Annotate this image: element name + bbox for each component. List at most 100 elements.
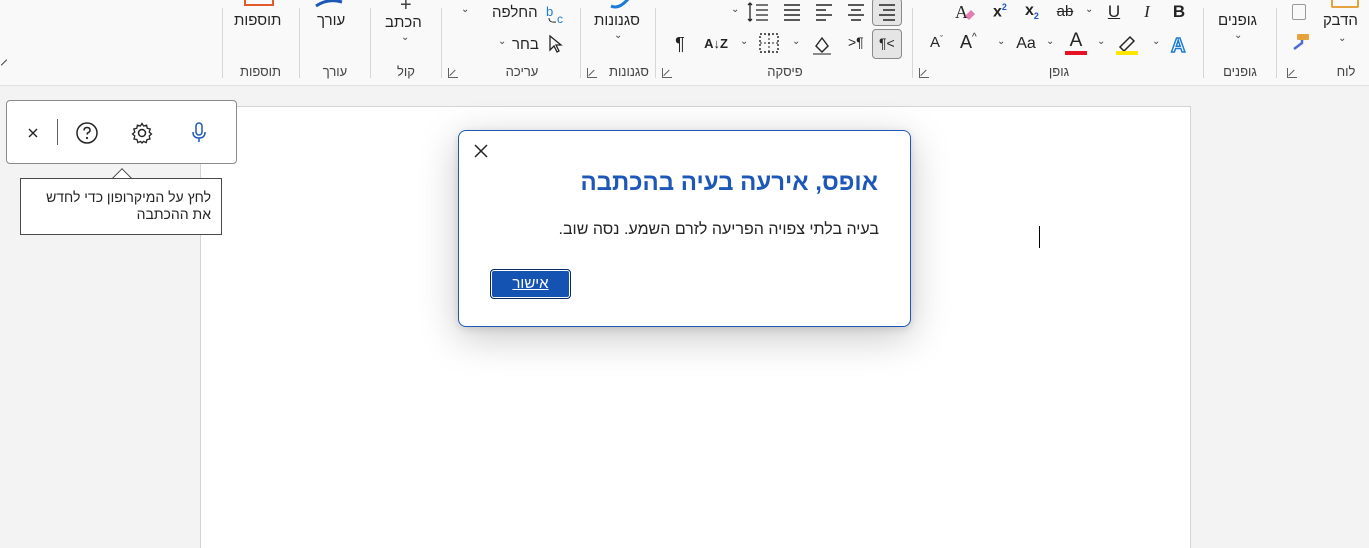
align-left-icon[interactable] bbox=[812, 0, 836, 24]
paragraph-group: ⌄ ¶< >¶ ⌄ ⌄ A↓Z ¶ פיסקה bbox=[658, 0, 912, 84]
shrink-font-letter: A bbox=[930, 34, 941, 51]
editing-group-label: עריכה bbox=[505, 64, 539, 79]
replace-button[interactable]: החלפה bbox=[492, 4, 538, 21]
ribbon-separator bbox=[580, 8, 581, 78]
dictate-button[interactable]: הכתב bbox=[385, 14, 422, 31]
change-case-button[interactable]: Aa bbox=[1013, 34, 1039, 54]
subscript-mark: 2 bbox=[1033, 11, 1039, 22]
borders-icon[interactable] bbox=[758, 32, 780, 54]
font-color-button[interactable]: A bbox=[1065, 31, 1087, 55]
dialog-title: אופס, אירעה בעיה בהכתבה bbox=[580, 169, 878, 196]
copy-icon[interactable] bbox=[1292, 4, 1306, 20]
ribbon-separator bbox=[1276, 8, 1277, 78]
select-button[interactable]: בחר bbox=[512, 36, 539, 53]
styles-group-label: סגנונות bbox=[609, 64, 649, 79]
find-chevron-icon[interactable]: ⌄ bbox=[461, 4, 469, 15]
select-chevron-icon[interactable]: ⌄ bbox=[498, 36, 506, 47]
underline-chevron-icon[interactable]: ⌄ bbox=[1085, 4, 1093, 15]
clear-formatting-icon[interactable]: A bbox=[953, 0, 977, 24]
editor-group-label: עורך bbox=[322, 64, 348, 79]
align-center-icon[interactable] bbox=[844, 0, 868, 24]
ribbon-separator bbox=[222, 8, 223, 78]
dictation-help-button[interactable] bbox=[73, 119, 101, 147]
grow-font-button[interactable]: A^ bbox=[960, 32, 977, 53]
fonts-gallery-group-label: גופנים bbox=[1223, 64, 1257, 79]
styles-chevron-icon[interactable]: ⌄ bbox=[614, 30, 622, 41]
sort-button[interactable]: A↓Z bbox=[702, 34, 730, 54]
paste-icon[interactable] bbox=[1331, 0, 1359, 8]
dictate-chevron-icon[interactable]: ⌄ bbox=[401, 32, 409, 43]
superscript-base: x bbox=[993, 3, 1002, 21]
highlight-chevron-icon[interactable]: ⌄ bbox=[1097, 36, 1105, 47]
change-case-chevron-icon[interactable]: ⌄ bbox=[997, 36, 1005, 47]
text-effects-chevron-icon[interactable]: ⌄ bbox=[1152, 36, 1160, 47]
paste-chevron-icon[interactable]: ⌄ bbox=[1338, 33, 1346, 44]
clipboard-group: הדבק ⌄ לוח bbox=[1283, 0, 1369, 84]
settings-icon bbox=[131, 122, 153, 144]
close-icon bbox=[474, 144, 488, 158]
underline-button[interactable]: U bbox=[1105, 2, 1123, 22]
dictation-error-dialog: אופס, אירעה בעיה בהכתבה בעיה בלתי צפויה … bbox=[458, 130, 911, 327]
voice-group: + הכתב ⌄ קול bbox=[371, 0, 441, 84]
text-cursor bbox=[1039, 226, 1040, 248]
line-spacing-icon[interactable] bbox=[746, 0, 770, 24]
dictation-microphone-button[interactable] bbox=[185, 119, 213, 147]
fonts-gallery-chevron-icon[interactable]: ⌄ bbox=[1234, 30, 1242, 41]
replace-icon[interactable]: bc bbox=[546, 2, 568, 24]
dialog-close-button[interactable] bbox=[470, 140, 492, 162]
shrink-caret-icon: ˇ bbox=[940, 34, 944, 44]
editor-group: עורך עורך bbox=[300, 0, 370, 84]
voice-group-label: קול bbox=[397, 64, 415, 79]
strikethrough-button[interactable]: ab bbox=[1053, 2, 1077, 22]
align-right-button[interactable] bbox=[872, 0, 902, 26]
editor-button[interactable]: עורך bbox=[317, 12, 345, 29]
addins-icon[interactable] bbox=[244, 0, 274, 6]
dictation-divider bbox=[57, 119, 58, 145]
paste-button[interactable]: הדבק bbox=[1323, 12, 1358, 29]
styles-button[interactable]: סגנונות bbox=[594, 12, 640, 29]
justify-icon[interactable] bbox=[780, 0, 804, 24]
line-spacing-chevron-icon[interactable]: ⌄ bbox=[731, 4, 739, 15]
highlight-button[interactable] bbox=[1116, 33, 1138, 55]
grow-caret-icon: ^ bbox=[972, 32, 977, 43]
editor-icon[interactable] bbox=[314, 0, 344, 8]
rtl-direction-button[interactable]: ¶< bbox=[872, 29, 902, 59]
editing-launcher-icon[interactable] bbox=[448, 68, 458, 78]
shading-chevron-icon[interactable]: ⌄ bbox=[792, 36, 800, 47]
subscript-button[interactable]: x2 bbox=[1025, 2, 1039, 21]
italic-button[interactable]: I bbox=[1138, 2, 1156, 22]
shading-icon[interactable] bbox=[810, 32, 834, 56]
styles-launcher-icon[interactable] bbox=[587, 68, 597, 78]
dictation-toolbar bbox=[6, 100, 237, 164]
grow-font-letter: A bbox=[960, 32, 973, 52]
superscript-button[interactable]: x2 bbox=[993, 2, 1007, 21]
shrink-font-button[interactable]: Aˇ bbox=[930, 34, 943, 51]
ribbon-collapse-icon[interactable] bbox=[0, 59, 8, 66]
styles-group: סגנונות ⌄ סגנונות bbox=[583, 0, 655, 84]
highlighter-icon bbox=[1118, 35, 1136, 53]
font-launcher-icon[interactable] bbox=[919, 68, 929, 78]
ribbon-separator bbox=[441, 8, 442, 78]
bold-button[interactable]: B bbox=[1170, 2, 1188, 22]
show-formatting-button[interactable]: ¶ bbox=[670, 34, 690, 54]
clipboard-launcher-icon[interactable] bbox=[1287, 68, 1297, 78]
ribbon-separator bbox=[912, 8, 913, 78]
borders-chevron-icon[interactable]: ⌄ bbox=[740, 36, 748, 47]
text-effects-icon[interactable]: A bbox=[1169, 33, 1191, 55]
ok-button[interactable]: אישור bbox=[490, 269, 571, 299]
format-painter-icon[interactable] bbox=[1289, 32, 1311, 52]
select-cursor-icon[interactable] bbox=[548, 34, 564, 54]
paragraph-launcher-icon[interactable] bbox=[662, 68, 672, 78]
ltr-direction-icon[interactable]: >¶ bbox=[848, 34, 864, 50]
ribbon-separator bbox=[299, 8, 300, 78]
subscript-base: x bbox=[1025, 2, 1034, 19]
addins-button[interactable]: תוספות bbox=[234, 12, 281, 29]
fonts-gallery-button[interactable]: גופנים bbox=[1218, 12, 1257, 29]
editing-group: bc החלפה ⌄ בחר ⌄ עריכה bbox=[444, 0, 580, 84]
svg-text:c: c bbox=[557, 12, 563, 24]
clipboard-group-label: לוח bbox=[1336, 64, 1356, 79]
dictation-settings-button[interactable] bbox=[128, 119, 156, 147]
font-color-chevron-icon[interactable]: ⌄ bbox=[1046, 36, 1054, 47]
styles-icon[interactable] bbox=[607, 0, 633, 10]
dictation-close-button[interactable] bbox=[19, 119, 47, 147]
